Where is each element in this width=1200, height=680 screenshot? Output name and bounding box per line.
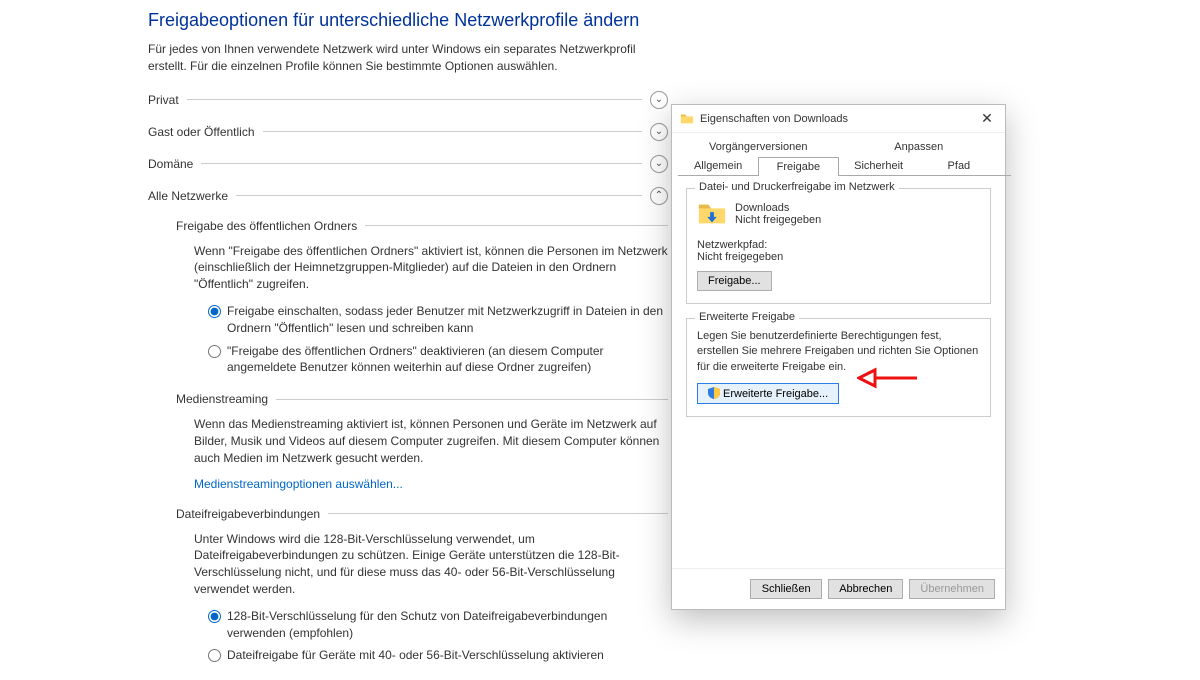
profile-domaene[interactable]: Domäne ⌄ xyxy=(148,155,668,173)
close-icon[interactable]: ✕ xyxy=(977,109,997,129)
advanced-share-label: Erweiterte Freigabe... xyxy=(723,388,828,400)
chevron-up-icon[interactable]: ⌃ xyxy=(650,187,668,205)
tab-allgemein[interactable]: Allgemein xyxy=(678,156,758,175)
shield-icon xyxy=(708,387,720,399)
group-network-sharing: Datei- und Druckerfreigabe im Netzwerk D… xyxy=(686,188,991,304)
tab-sicherheit[interactable]: Sicherheit xyxy=(839,156,919,175)
radio-enc-40[interactable] xyxy=(208,649,221,662)
advanced-desc: Legen Sie benutzerdefinierte Berechtigun… xyxy=(697,329,980,375)
cancel-button[interactable]: Abbrechen xyxy=(828,579,903,599)
section-title: Freigabe des öffentlichen Ordners xyxy=(176,219,357,233)
radio-label: Dateifreigabe für Geräte mit 40- oder 56… xyxy=(227,647,604,664)
advanced-share-button[interactable]: Erweiterte Freigabe... xyxy=(697,383,839,404)
section-media-streaming: Medienstreaming Wenn das Medienstreaming… xyxy=(176,392,668,490)
media-options-link[interactable]: Medienstreamingoptionen auswählen... xyxy=(194,477,403,491)
profile-label: Gast oder Öffentlich xyxy=(148,125,255,139)
tab-vorgaenger[interactable]: Vorgängerversionen xyxy=(678,137,839,156)
properties-dialog: Eigenschaften von Downloads ✕ Vorgängerv… xyxy=(671,104,1006,610)
share-button[interactable]: Freigabe... xyxy=(697,271,772,291)
section-desc: Wenn das Medienstreaming aktiviert ist, … xyxy=(194,416,668,466)
radio-label: 128-Bit-Verschlüsselung für den Schutz v… xyxy=(227,608,668,642)
folder-share-status: Nicht freigegeben xyxy=(735,214,821,226)
profile-label: Alle Netzwerke xyxy=(148,189,228,203)
chevron-down-icon[interactable]: ⌄ xyxy=(650,155,668,173)
dialog-title: Eigenschaften von Downloads xyxy=(700,113,977,125)
close-button[interactable]: Schließen xyxy=(750,579,822,599)
sharing-settings-panel: Freigabeoptionen für unterschiedliche Ne… xyxy=(148,10,668,680)
tab-anpassen[interactable]: Anpassen xyxy=(839,137,1000,156)
radio-enc-128[interactable] xyxy=(208,610,221,623)
group-title: Datei- und Druckerfreigabe im Netzwerk xyxy=(695,181,899,193)
network-path-value: Nicht freigegeben xyxy=(697,251,980,263)
group-title: Erweiterte Freigabe xyxy=(695,311,799,323)
profile-label: Privat xyxy=(148,93,179,107)
radio-public-off[interactable] xyxy=(208,345,221,358)
radio-label: "Freigabe des öffentlichen Ordners" deak… xyxy=(227,343,668,377)
downloads-folder-icon xyxy=(697,199,727,229)
titlebar[interactable]: Eigenschaften von Downloads ✕ xyxy=(672,105,1005,133)
dialog-footer: Schließen Abbrechen Übernehmen xyxy=(672,568,1005,609)
page-title: Freigabeoptionen für unterschiedliche Ne… xyxy=(148,10,668,31)
dialog-content: Datei- und Druckerfreigabe im Netzwerk D… xyxy=(672,176,1005,568)
section-desc: Unter Windows wird die 128-Bit-Verschlüs… xyxy=(194,531,668,598)
profile-label: Domäne xyxy=(148,157,193,171)
section-encryption: Dateifreigabeverbindungen Unter Windows … xyxy=(176,507,668,665)
apply-button[interactable]: Übernehmen xyxy=(909,579,995,599)
profile-gast[interactable]: Gast oder Öffentlich ⌄ xyxy=(148,123,668,141)
folder-icon xyxy=(680,112,694,126)
page-intro: Für jedes von Ihnen verwendete Netzwerk … xyxy=(148,41,668,75)
folder-name: Downloads xyxy=(735,202,821,214)
radio-label: Freigabe einschalten, sodass jeder Benut… xyxy=(227,303,668,337)
network-path-label: Netzwerkpfad: xyxy=(697,239,980,251)
chevron-down-icon[interactable]: ⌄ xyxy=(650,91,668,109)
section-public-folder: Freigabe des öffentlichen Ordners Wenn "… xyxy=(176,219,668,377)
section-title: Dateifreigabeverbindungen xyxy=(176,507,320,521)
tab-pfad[interactable]: Pfad xyxy=(919,156,999,175)
radio-public-on[interactable] xyxy=(208,305,221,318)
profile-alle[interactable]: Alle Netzwerke ⌃ xyxy=(148,187,668,205)
tabs: Vorgängerversionen Anpassen Allgemein Fr… xyxy=(672,133,1005,175)
section-title: Medienstreaming xyxy=(176,392,268,406)
section-desc: Wenn "Freigabe des öffentlichen Ordners"… xyxy=(194,243,668,293)
chevron-down-icon[interactable]: ⌄ xyxy=(650,123,668,141)
group-advanced-sharing: Erweiterte Freigabe Legen Sie benutzerde… xyxy=(686,318,991,417)
tab-freigabe[interactable]: Freigabe xyxy=(758,157,838,176)
profile-privat[interactable]: Privat ⌄ xyxy=(148,91,668,109)
